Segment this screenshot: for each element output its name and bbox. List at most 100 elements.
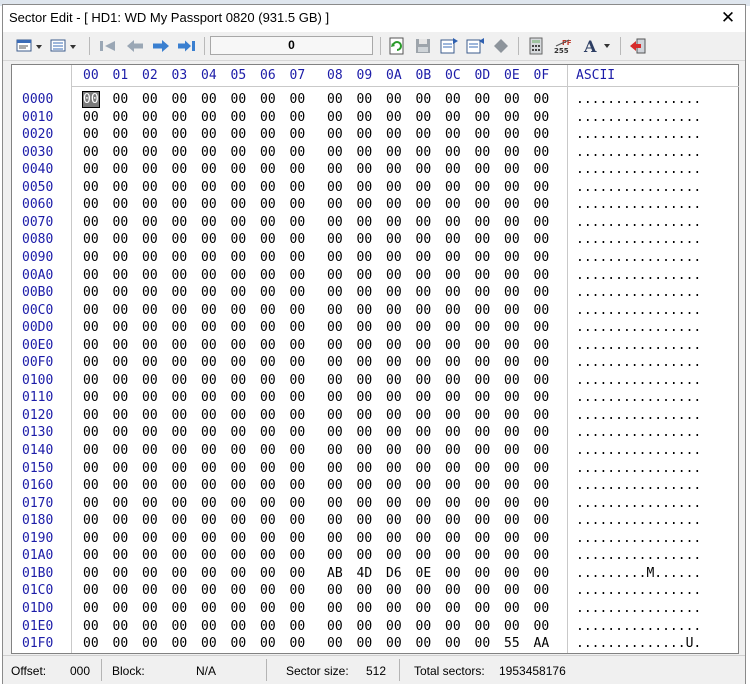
byte-cell[interactable]: 00 bbox=[534, 513, 550, 528]
byte-cell[interactable]: 00 bbox=[201, 232, 217, 247]
byte-cell[interactable]: 00 bbox=[83, 268, 99, 283]
byte-cell[interactable]: 00 bbox=[445, 496, 461, 511]
byte-cell[interactable]: 00 bbox=[113, 303, 129, 318]
byte-cell[interactable]: 00 bbox=[290, 496, 306, 511]
byte-cell[interactable]: 00 bbox=[260, 566, 276, 581]
byte-cell[interactable]: 00 bbox=[327, 425, 343, 440]
byte-cell[interactable]: 00 bbox=[504, 320, 520, 335]
ascii-text[interactable]: ................ bbox=[576, 92, 701, 107]
byte-cell[interactable]: 00 bbox=[445, 180, 461, 195]
byte-cell[interactable]: 00 bbox=[201, 285, 217, 300]
byte-cell[interactable]: 00 bbox=[534, 425, 550, 440]
first-sector-button[interactable] bbox=[96, 36, 120, 56]
byte-cell[interactable]: 00 bbox=[113, 548, 129, 563]
byte-cell[interactable]: 00 bbox=[327, 478, 343, 493]
byte-cell[interactable]: 00 bbox=[201, 513, 217, 528]
byte-cell[interactable]: 00 bbox=[534, 197, 550, 212]
copy-sector-button[interactable] bbox=[437, 36, 461, 56]
byte-cell[interactable]: 00 bbox=[504, 425, 520, 440]
byte-cell[interactable]: 00 bbox=[386, 390, 402, 405]
ascii-text[interactable]: ................ bbox=[576, 215, 701, 230]
byte-cell[interactable]: 00 bbox=[201, 320, 217, 335]
byte-cell[interactable]: 00 bbox=[142, 531, 158, 546]
byte-cell[interactable]: 00 bbox=[290, 566, 306, 581]
byte-cell[interactable]: 00 bbox=[142, 461, 158, 476]
byte-cell[interactable]: 00 bbox=[113, 461, 129, 476]
byte-cell[interactable]: AB bbox=[327, 566, 343, 581]
byte-cell[interactable]: 00 bbox=[416, 619, 432, 634]
byte-cell[interactable]: 00 bbox=[534, 303, 550, 318]
byte-cell[interactable]: 00 bbox=[201, 268, 217, 283]
byte-cell[interactable]: 00 bbox=[327, 197, 343, 212]
byte-cell[interactable]: 00 bbox=[357, 285, 373, 300]
byte-cell[interactable]: 00 bbox=[416, 408, 432, 423]
byte-cell[interactable]: 00 bbox=[504, 250, 520, 265]
byte-cell[interactable]: 00 bbox=[113, 285, 129, 300]
byte-cell[interactable]: 00 bbox=[357, 601, 373, 616]
byte-cell[interactable]: 00 bbox=[386, 232, 402, 247]
next-sector-button[interactable] bbox=[149, 36, 173, 56]
byte-cell[interactable]: 00 bbox=[172, 127, 188, 142]
byte-cell[interactable]: 00 bbox=[416, 461, 432, 476]
byte-cell[interactable]: 00 bbox=[416, 443, 432, 458]
byte-cell[interactable]: 00 bbox=[327, 583, 343, 598]
byte-cell[interactable]: 00 bbox=[327, 303, 343, 318]
byte-cell[interactable]: 00 bbox=[172, 285, 188, 300]
byte-cell[interactable]: 00 bbox=[475, 513, 491, 528]
byte-cell[interactable]: 00 bbox=[504, 531, 520, 546]
byte-cell[interactable]: 00 bbox=[172, 531, 188, 546]
byte-cell[interactable]: 00 bbox=[416, 92, 432, 107]
byte-cell[interactable]: 00 bbox=[445, 197, 461, 212]
byte-cell[interactable]: 00 bbox=[445, 619, 461, 634]
sector-number-input[interactable]: 0 bbox=[210, 36, 373, 55]
byte-cell[interactable]: 00 bbox=[172, 250, 188, 265]
exit-button[interactable] bbox=[626, 36, 650, 56]
byte-cell[interactable]: 00 bbox=[416, 320, 432, 335]
byte-cell[interactable]: 00 bbox=[445, 127, 461, 142]
byte-cell[interactable]: 00 bbox=[475, 145, 491, 160]
byte-cell[interactable]: 00 bbox=[327, 215, 343, 230]
byte-cell[interactable]: 00 bbox=[386, 425, 402, 440]
byte-cell[interactable]: 00 bbox=[357, 408, 373, 423]
byte-cell[interactable]: 00 bbox=[504, 215, 520, 230]
byte-cell[interactable]: 00 bbox=[142, 425, 158, 440]
byte-cell[interactable]: 00 bbox=[327, 619, 343, 634]
byte-cell[interactable]: 00 bbox=[357, 355, 373, 370]
byte-cell[interactable]: 00 bbox=[290, 478, 306, 493]
byte-cell[interactable]: 00 bbox=[475, 110, 491, 125]
byte-cell[interactable]: 00 bbox=[260, 320, 276, 335]
byte-cell[interactable]: 00 bbox=[534, 285, 550, 300]
byte-cell[interactable]: 00 bbox=[172, 197, 188, 212]
byte-cell[interactable]: 00 bbox=[357, 145, 373, 160]
byte-cell[interactable]: 00 bbox=[231, 285, 247, 300]
byte-cell[interactable]: 00 bbox=[386, 215, 402, 230]
byte-cell[interactable]: 00 bbox=[357, 513, 373, 528]
byte-cell[interactable]: 00 bbox=[113, 583, 129, 598]
byte-cell[interactable]: 00 bbox=[83, 232, 99, 247]
byte-cell[interactable]: 00 bbox=[172, 232, 188, 247]
byte-cell[interactable]: 00 bbox=[172, 408, 188, 423]
byte-cell[interactable]: 00 bbox=[201, 303, 217, 318]
byte-cell[interactable]: 00 bbox=[445, 583, 461, 598]
byte-cell[interactable]: 00 bbox=[416, 373, 432, 388]
save-button[interactable] bbox=[411, 36, 435, 56]
byte-cell[interactable]: 00 bbox=[445, 285, 461, 300]
byte-cell[interactable]: 00 bbox=[504, 513, 520, 528]
byte-cell[interactable]: 00 bbox=[172, 478, 188, 493]
byte-cell[interactable]: 00 bbox=[416, 180, 432, 195]
byte-cell[interactable]: 00 bbox=[475, 425, 491, 440]
byte-cell[interactable]: 00 bbox=[386, 355, 402, 370]
byte-cell[interactable]: 00 bbox=[83, 320, 99, 335]
byte-cell[interactable]: 00 bbox=[113, 566, 129, 581]
byte-cell[interactable]: 00 bbox=[260, 355, 276, 370]
ascii-text[interactable]: ................ bbox=[576, 232, 701, 247]
byte-cell[interactable]: 00 bbox=[327, 110, 343, 125]
byte-cell[interactable]: 00 bbox=[231, 232, 247, 247]
byte-cell[interactable]: 00 bbox=[327, 320, 343, 335]
byte-cell[interactable]: 00 bbox=[113, 127, 129, 142]
byte-cell[interactable]: 00 bbox=[172, 338, 188, 353]
byte-cell[interactable]: 00 bbox=[83, 443, 99, 458]
byte-cell[interactable]: 00 bbox=[357, 496, 373, 511]
byte-cell[interactable]: 00 bbox=[386, 268, 402, 283]
byte-cell[interactable]: 00 bbox=[83, 285, 99, 300]
